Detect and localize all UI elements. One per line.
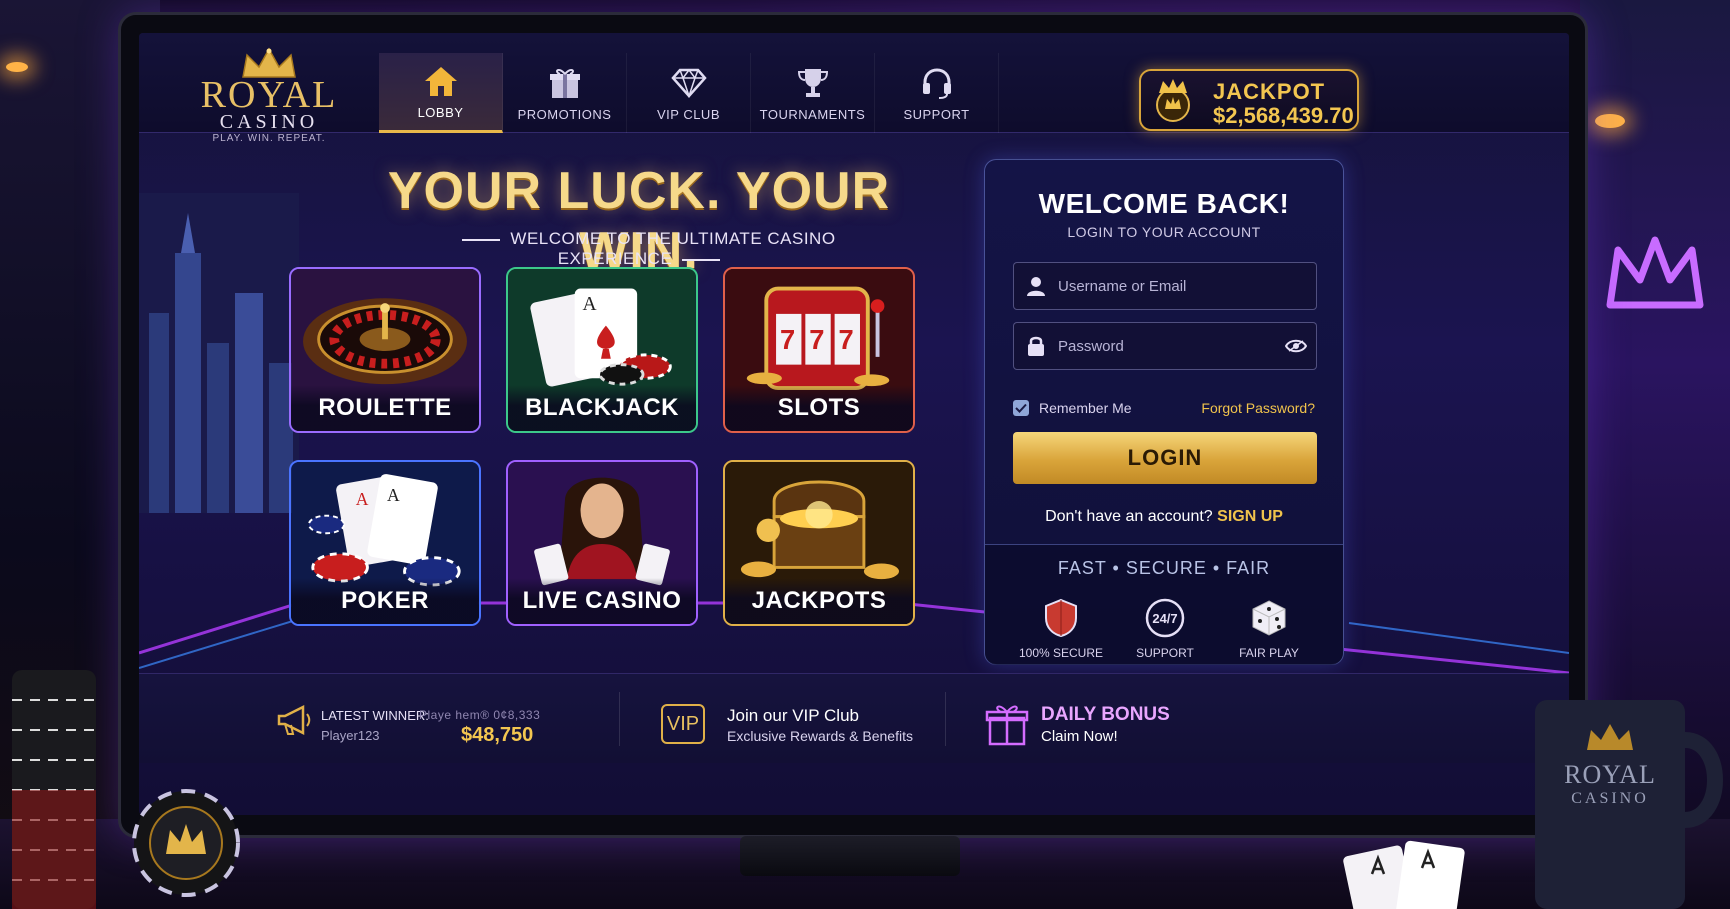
nav-vip-club[interactable]: VIP CLUB (627, 53, 751, 133)
jackpot-counter[interactable]: JACKPOT $2,568,439.70 (1139, 69, 1359, 131)
nav-label: PROMOTIONS (517, 106, 612, 122)
neon-crown-icon (1606, 236, 1704, 309)
feature-support: 24/7 SUPPORT (1115, 596, 1215, 660)
game-label: SLOTS (725, 385, 913, 431)
svg-text:7: 7 (839, 324, 854, 355)
checkbox-checked-icon (1013, 400, 1029, 416)
royal-casino-logo[interactable]: ROYAL CASINO PLAY. WIN. REPEAT. (189, 47, 349, 144)
poker-chip-stack-illustration (12, 670, 240, 909)
feature-label: FAIR PLAY (1239, 646, 1299, 660)
feature-secure: 100% SECURE (1011, 596, 1111, 660)
nav-label: VIP CLUB (656, 106, 720, 122)
divider (985, 544, 1343, 545)
login-subtitle: LOGIN TO YOUR ACCOUNT (1067, 224, 1261, 240)
gift-icon[interactable] (985, 700, 1029, 746)
support-24-7-text: 24/7 (1152, 611, 1177, 626)
nav-lobby[interactable]: LOBBY (379, 53, 503, 133)
svg-text:A: A (356, 489, 369, 509)
top-navigation-bar: ROYAL CASINO PLAY. WIN. REPEAT. LOBBY PR… (139, 33, 1569, 144)
password-input[interactable] (1058, 337, 1276, 355)
latest-winner-ticker: Playe hem® 0¢8,333 (419, 708, 541, 722)
shield-icon (1011, 596, 1111, 640)
game-label: BLACKJACK (508, 385, 696, 431)
vip-badge-icon[interactable]: VIP (661, 704, 705, 744)
login-title: WELCOME BACK! (1038, 188, 1290, 219)
casino-screen: ROYAL CASINO PLAY. WIN. REPEAT. LOBBY PR… (139, 33, 1569, 815)
feature-label: 100% SECURE (1018, 646, 1104, 660)
mug-brand: ROYAL (1564, 760, 1656, 789)
login-panel: WELCOME BACK! LOGIN TO YOUR ACCOUNT User… (984, 159, 1344, 665)
login-tagline: FAST • SECURE • FAIR (1057, 558, 1271, 578)
monitor-stand (740, 836, 960, 876)
trophy-icon (796, 65, 830, 101)
monitor: ROYAL CASINO PLAY. WIN. REPEAT. LOBBY PR… (118, 12, 1588, 838)
latest-winner-amount: $48,750 (461, 724, 534, 746)
game-tile-roulette[interactable]: ROULETTE (289, 267, 481, 433)
headset-icon (920, 65, 954, 101)
latest-winner-label: LATEST WINNER: (321, 708, 429, 723)
main-nav: LOBBY PROMOTIONS VIP CLUB TOURNAMENTS SU… (379, 53, 999, 133)
show-password-icon[interactable] (1276, 339, 1316, 353)
nav-promotions[interactable]: PROMOTIONS (503, 53, 627, 133)
nav-label: SUPPORT (903, 106, 970, 122)
game-label: ROULETTE (291, 385, 479, 431)
game-label: POKER (291, 578, 479, 624)
vip-club-title[interactable]: Join our VIP Club (727, 706, 859, 726)
remember-me-label: Remember Me (1039, 400, 1132, 416)
playing-cards-illustration (1343, 840, 1465, 909)
clock-24-7-icon: 24/7 (1115, 596, 1215, 640)
password-field[interactable] (1013, 322, 1317, 370)
nav-tournaments[interactable]: TOURNAMENTS (751, 53, 875, 133)
lock-icon (1014, 335, 1058, 357)
promo-strip: LATEST WINNER: Player123 Playe hem® 0¢8,… (139, 673, 1569, 763)
lamp-light (1595, 114, 1625, 128)
jackpot-label: JACKPOT (1213, 79, 1326, 104)
gift-icon (548, 65, 582, 101)
nav-label: TOURNAMENTS (759, 106, 866, 122)
game-tile-jackpots[interactable]: JACKPOTS (723, 460, 915, 626)
divider (619, 692, 620, 746)
username-field[interactable] (1013, 262, 1317, 310)
latest-winner-player: Player123 (321, 728, 380, 743)
game-tile-blackjack[interactable]: A BLACKJACK (506, 267, 698, 433)
feature-fair-play: FAIR PLAY (1219, 596, 1319, 660)
username-input[interactable] (1058, 277, 1316, 295)
svg-text:A: A (582, 294, 596, 315)
megaphone-icon (277, 704, 311, 736)
remember-me-checkbox[interactable]: Remember Me (1013, 400, 1132, 416)
daily-bonus-claim[interactable]: Claim Now! (1041, 728, 1118, 745)
game-label: JACKPOTS (725, 578, 913, 624)
crown-icon (1156, 79, 1190, 122)
game-label: LIVE CASINO (508, 578, 696, 624)
svg-text:7: 7 (809, 324, 824, 355)
vip-club-subtitle: Exclusive Rewards & Benefits (727, 728, 913, 744)
game-tile-slots[interactable]: 7 7 7 SLOTS (723, 267, 915, 433)
divider (945, 692, 946, 746)
nav-label: LOBBY (417, 105, 464, 120)
login-button[interactable]: LOGIN (1013, 432, 1317, 484)
dice-icon (1219, 596, 1319, 640)
jackpot-value: $2,568,439.70 (1213, 103, 1354, 128)
game-tile-live-casino[interactable]: LIVE CASINO (506, 460, 698, 626)
signup-line: Don't have an account? SIGN UP (985, 508, 1343, 526)
forgot-password-link[interactable]: Forgot Password? (1201, 400, 1315, 416)
daily-bonus-title[interactable]: DAILY BONUS (1041, 704, 1170, 726)
svg-text:7: 7 (780, 324, 795, 355)
logo-tagline: PLAY. WIN. REPEAT. (212, 133, 326, 144)
feature-label: SUPPORT (1136, 646, 1194, 660)
svg-text:A: A (387, 485, 400, 505)
lamp-light (6, 62, 28, 72)
mug-brand-sub: CASINO (1571, 790, 1649, 807)
signup-prompt: Don't have an account? (1045, 508, 1213, 525)
diamond-icon (670, 65, 707, 101)
user-icon (1014, 276, 1058, 296)
game-tile-poker[interactable]: A A POKER (289, 460, 481, 626)
logo-name: ROYAL (200, 74, 338, 116)
signup-link[interactable]: SIGN UP (1217, 508, 1283, 525)
home-icon (423, 63, 459, 99)
hero-subtitle: WELCOME TO THE ULTIMATE CASINO EXPERIENC… (409, 229, 879, 269)
nav-support[interactable]: SUPPORT (875, 53, 999, 133)
